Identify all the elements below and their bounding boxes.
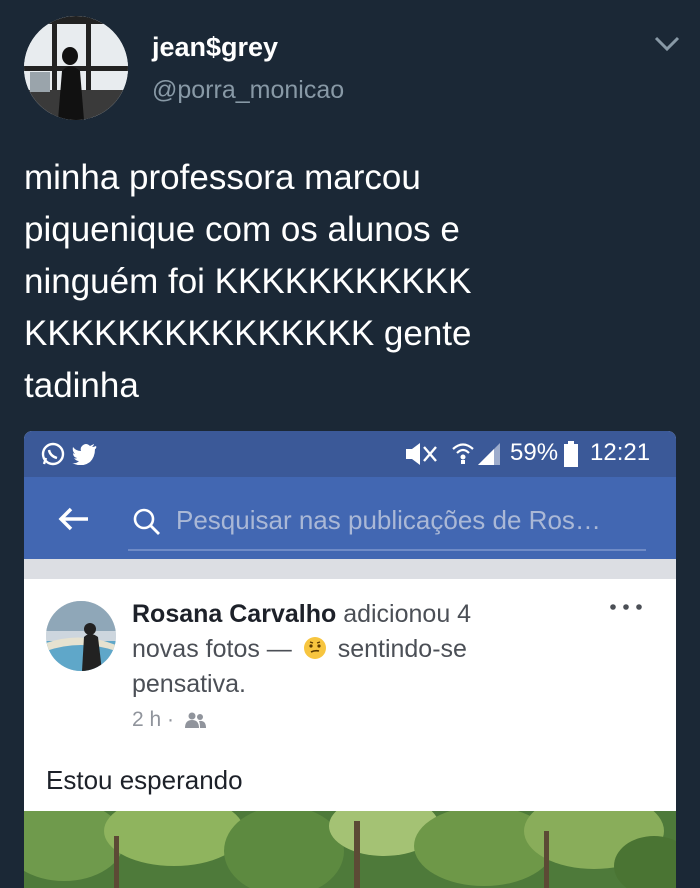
phone-status-bar: 59% 12:21	[24, 431, 676, 477]
user-handle[interactable]: @porra_monicao	[152, 76, 344, 105]
clock: 12:21	[590, 439, 651, 466]
more-options-icon[interactable]	[608, 601, 644, 613]
friends-privacy-icon[interactable]	[184, 712, 206, 728]
battery-icon	[564, 441, 578, 467]
facebook-post: Rosana Carvalho adicionou 4 novas fotos …	[24, 579, 676, 888]
thinking-face-emoji-icon	[303, 637, 326, 659]
tweet-text-line: piquenique com os alunos e	[24, 210, 460, 249]
post-time[interactable]: 2 h	[132, 708, 161, 731]
author-avatar[interactable]	[46, 601, 116, 671]
post-photo[interactable]	[24, 811, 676, 888]
post-action: adicionou 4	[336, 600, 472, 628]
facebook-search-bar: Pesquisar nas publicações de Ros…	[24, 477, 676, 559]
wifi-icon	[452, 443, 474, 464]
chevron-down-icon[interactable]	[652, 32, 682, 56]
author-name[interactable]: Rosana Carvalho	[132, 600, 336, 628]
meta-separator: ·	[167, 708, 175, 731]
twitter-icon	[72, 444, 97, 465]
search-placeholder: Pesquisar nas publicações de Ros…	[176, 505, 601, 535]
battery-percent: 59%	[510, 439, 559, 466]
display-name[interactable]: jean$grey	[152, 32, 278, 63]
back-arrow-icon[interactable]	[58, 507, 90, 531]
search-icon	[133, 508, 160, 535]
divider	[24, 559, 676, 579]
tweet-header: jean$grey @porra_monicao	[0, 0, 700, 130]
mute-icon	[406, 443, 437, 465]
post-action: novas fotos —	[132, 635, 299, 663]
post-header-text: Rosana Carvalho adicionou 4 novas fotos …	[132, 597, 602, 702]
post-feeling: sentindo-se	[330, 635, 467, 663]
search-input[interactable]: Pesquisar nas publicações de Ros…	[128, 497, 646, 551]
post-feeling: pensativa.	[132, 670, 246, 698]
tweet-text-line: ninguém foi KKKKKKKKKKK	[24, 262, 472, 301]
profile-avatar[interactable]	[24, 16, 128, 120]
attached-screenshot[interactable]: 59% 12:21 Pesquisar nas publicações de R…	[24, 431, 676, 888]
tweet-text-line: tadinha	[24, 366, 139, 405]
tweet-text: minha professora marcou piquenique com o…	[24, 152, 674, 412]
post-meta: 2 h ·	[132, 708, 206, 732]
tweet-text-line: minha professora marcou	[24, 158, 421, 197]
whatsapp-icon	[41, 442, 65, 466]
post-body: Estou esperando	[46, 765, 243, 795]
signal-icon	[478, 443, 500, 465]
tweet-text-line: KKKKKKKKKKKKKKK gente	[24, 314, 472, 353]
